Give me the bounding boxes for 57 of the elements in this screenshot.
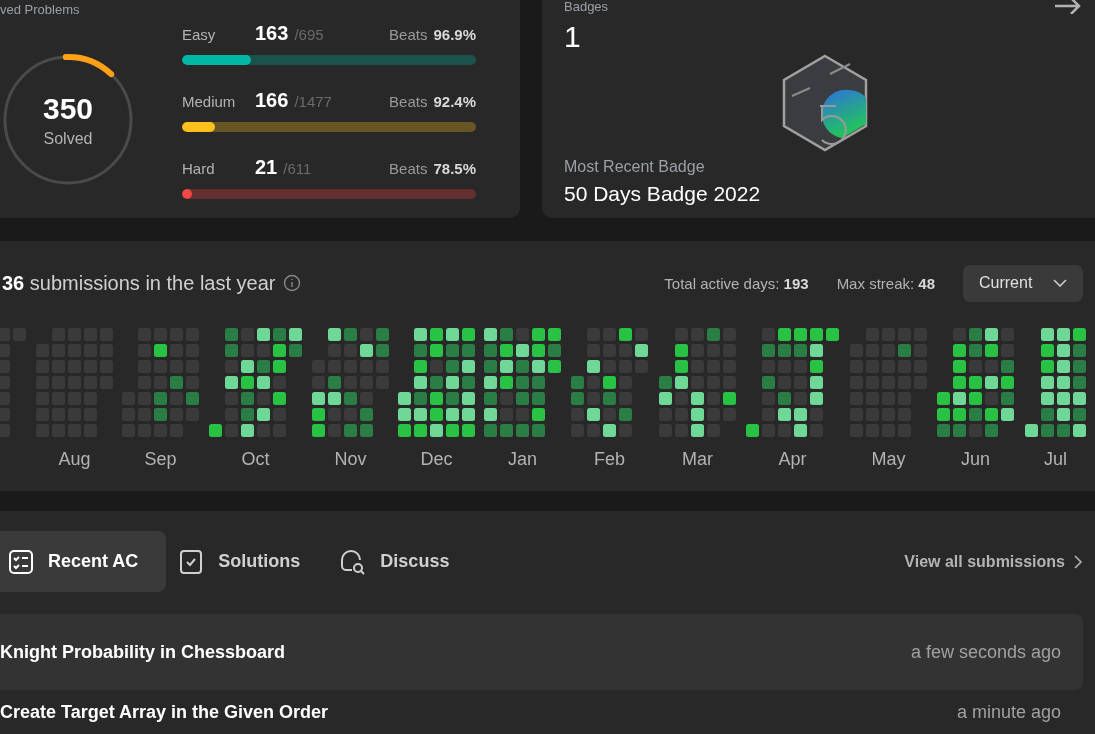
month-label: May	[871, 449, 906, 469]
submission-row[interactable]: Create Target Array in the Given Order a minute ago	[0, 690, 1083, 734]
checklist-icon	[8, 548, 34, 575]
month-label: Feb	[594, 449, 625, 469]
month-label: Jun	[961, 449, 990, 469]
stat-text: Total active days: 193	[664, 274, 809, 292]
beats-percent: 96.9%	[433, 26, 476, 43]
checkbox-icon	[178, 548, 205, 575]
chevron-right-icon	[1073, 554, 1083, 569]
arrow-right-icon[interactable]	[1053, 0, 1083, 14]
month-label: Jan	[508, 449, 537, 469]
month-label: Jul	[1044, 449, 1067, 469]
beats-label: Beats	[389, 26, 428, 43]
recent-badge-name: 50 Days Badge 2022	[564, 182, 762, 206]
year-dropdown[interactable]: Current	[963, 264, 1083, 302]
difficulty-label: Easy	[182, 26, 217, 43]
solved-count: 350	[42, 92, 94, 126]
recent-badge-label: Most Recent Badge	[564, 158, 706, 176]
month-label: Aug	[58, 449, 91, 469]
badge-count: 1	[564, 20, 582, 54]
beats-percent: 92.4%	[433, 93, 476, 110]
total-count: /1477	[294, 93, 332, 110]
solved-label: Solved	[43, 130, 93, 148]
difficulty-label: Medium	[182, 93, 237, 110]
month-label: Oct	[241, 449, 270, 469]
card-title: Badges	[564, 0, 609, 14]
month-label: Dec	[420, 449, 453, 469]
info-icon[interactable]	[283, 274, 302, 292]
month-label: Apr	[778, 449, 807, 469]
beats-label: Beats	[389, 160, 428, 177]
total-count: /695	[294, 26, 324, 43]
month-label: Sep	[144, 449, 177, 469]
view-all-link[interactable]: View all submissions	[904, 552, 1083, 571]
badge-icon	[780, 54, 870, 152]
solved-count: 163	[255, 22, 289, 45]
tab[interactable]: Recent AC	[0, 531, 167, 592]
beats-label: Beats	[389, 93, 428, 110]
chevron-down-icon	[1053, 279, 1067, 287]
card-title: ved Problems	[0, 3, 80, 17]
submission-time: a minute ago	[956, 702, 1061, 723]
month-label: Mar	[682, 449, 713, 469]
submission-row[interactable]: Knight Probability in Chessboard a few seconds ago	[0, 614, 1083, 690]
problem-title: Create Target Array in the Given Order	[0, 702, 329, 723]
tab[interactable]: Solutions	[170, 531, 329, 592]
solved-count: 166	[255, 89, 289, 112]
beats-percent: 78.5%	[433, 160, 476, 177]
chat-search-icon	[340, 548, 367, 575]
difficulty-label: Hard	[182, 160, 216, 177]
submission-time: a few seconds ago	[910, 641, 1061, 663]
month-label: Nov	[334, 449, 367, 469]
solved-count: 21	[255, 156, 278, 179]
problem-title: Knight Probability in Chessboard	[0, 641, 286, 663]
progress-ring-fill	[62, 54, 115, 78]
tab[interactable]: Discuss	[332, 531, 478, 592]
total-count: /611	[283, 160, 312, 177]
submissions-title: 36 submissions in the last year	[2, 271, 276, 295]
stat-text: Max streak: 48	[836, 274, 935, 292]
